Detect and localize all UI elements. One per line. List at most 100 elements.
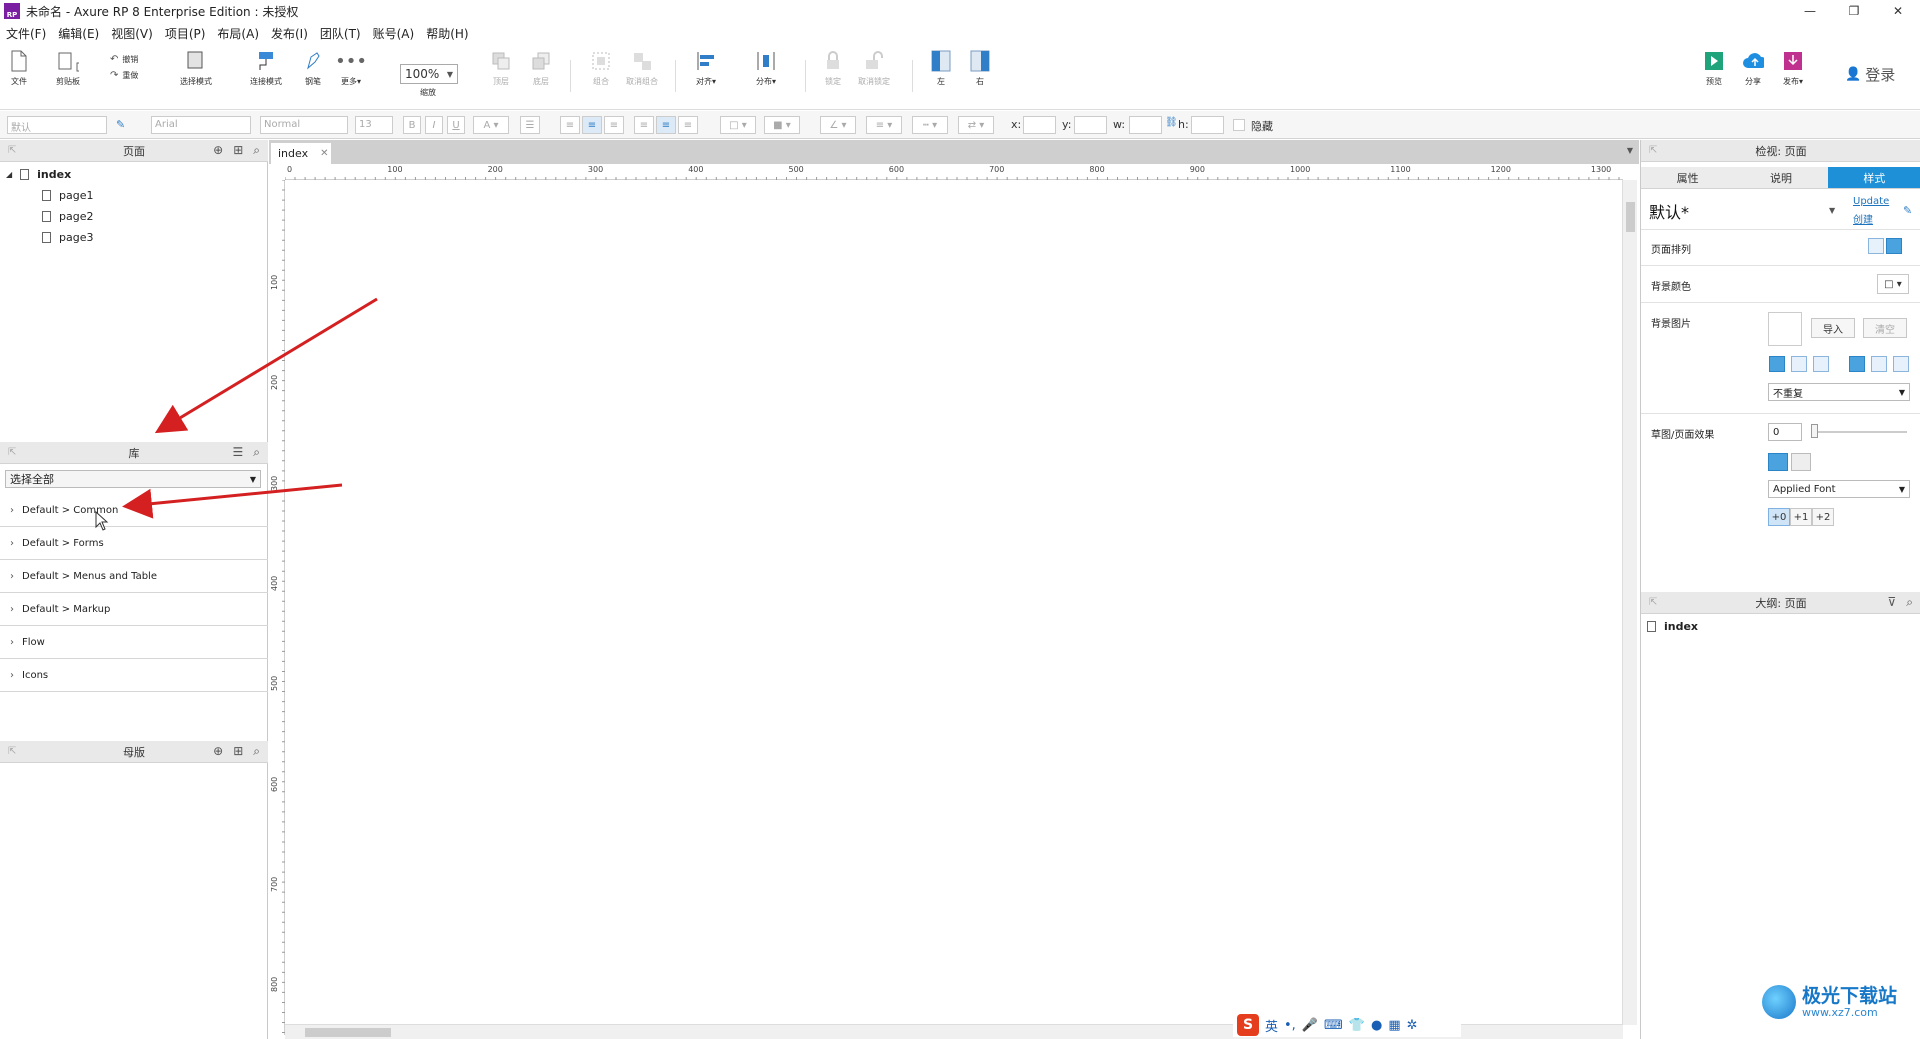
chevron-down-icon[interactable]: ▼: [1627, 146, 1633, 155]
microphone-icon[interactable]: 🎤: [1302, 1018, 1318, 1033]
scroll-thumb[interactable]: [305, 1028, 391, 1037]
distribute-button[interactable]: 分布▾: [755, 50, 777, 87]
align-button[interactable]: 对齐▾: [695, 50, 717, 87]
publish-button[interactable]: 发布▾: [1782, 50, 1804, 87]
collapse-icon[interactable]: ⇱: [8, 447, 16, 458]
collapse-icon[interactable]: ⇱: [8, 746, 16, 757]
menu-view[interactable]: 视图(V): [105, 25, 159, 42]
menu-file[interactable]: 文件(F): [0, 25, 52, 42]
library-item[interactable]: › Default > Menus and Table: [0, 560, 268, 593]
chevron-down-icon[interactable]: ▼: [1829, 206, 1835, 215]
lock-ratio-icon[interactable]: ⛓: [1165, 117, 1178, 128]
fill-color-button[interactable]: □ ▾: [720, 116, 756, 134]
arrow-style-button[interactable]: ⇄ ▾: [958, 116, 994, 134]
import-button[interactable]: 导入: [1811, 318, 1855, 338]
collapse-icon[interactable]: ⇱: [1649, 597, 1657, 608]
add-page-icon[interactable]: ⊕: [213, 143, 223, 158]
bg-align-middle-button[interactable]: [1871, 356, 1887, 372]
bg-color-picker[interactable]: □ ▾: [1877, 274, 1909, 294]
search-icon[interactable]: ⌕: [253, 445, 260, 460]
library-item[interactable]: › Flow: [0, 626, 268, 659]
preview-button[interactable]: 预览: [1703, 50, 1725, 87]
align-page-center-button[interactable]: [1886, 238, 1902, 254]
align-right-text-button[interactable]: ≡: [604, 116, 624, 134]
bg-align-left-button[interactable]: [1769, 356, 1785, 372]
keyboard-icon[interactable]: ⌨: [1324, 1018, 1343, 1033]
collapse-icon[interactable]: ⇱: [1649, 145, 1657, 156]
clipboard-button[interactable]: 剪贴板: [56, 50, 80, 87]
menu-project[interactable]: 项目(P): [159, 25, 212, 42]
sketch-slider-track[interactable]: [1811, 431, 1907, 433]
valign-bottom-button[interactable]: ≡: [678, 116, 698, 134]
restore-button[interactable]: ❐: [1832, 0, 1876, 22]
design-canvas[interactable]: [286, 181, 1622, 1024]
send-bottom-button[interactable]: 底层: [530, 50, 552, 87]
x-input[interactable]: [1023, 116, 1056, 134]
w-input[interactable]: [1129, 116, 1162, 134]
close-icon[interactable]: ✕: [320, 148, 328, 159]
font-family-select[interactable]: Arial: [151, 116, 251, 134]
search-icon[interactable]: ⌕: [253, 744, 260, 759]
bold-button[interactable]: B: [403, 116, 421, 134]
group-button[interactable]: 组合: [590, 50, 612, 87]
menu-account[interactable]: 账号(A): [367, 25, 421, 42]
page-tree-item[interactable]: page1: [42, 189, 93, 202]
pen-button[interactable]: 钢笔: [302, 50, 324, 87]
file-button[interactable]: 文件: [8, 50, 30, 87]
add-folder-icon[interactable]: ⊞: [233, 744, 243, 759]
tab-properties[interactable]: 属性: [1641, 167, 1734, 188]
sogou-logo-icon[interactable]: S: [1237, 1014, 1259, 1036]
bg-image-preview[interactable]: [1768, 312, 1802, 346]
italic-button[interactable]: I: [425, 116, 443, 134]
ime-language[interactable]: 英: [1265, 1016, 1278, 1035]
bg-align-right-button[interactable]: [1813, 356, 1829, 372]
library-item[interactable]: › Default > Markup: [0, 593, 268, 626]
line-style-button[interactable]: ┅ ▾: [912, 116, 948, 134]
grid-icon[interactable]: ▦: [1388, 1018, 1400, 1033]
font-size-select[interactable]: 13: [355, 116, 393, 134]
library-select[interactable]: 选择全部 ▼: [5, 470, 261, 488]
library-item[interactable]: › Default > Common: [0, 494, 268, 527]
add-master-icon[interactable]: ⊕: [213, 744, 223, 759]
left-pane-button[interactable]: 左: [930, 50, 952, 87]
bg-align-center-button[interactable]: [1791, 356, 1807, 372]
menu-publish[interactable]: 发布(I): [265, 25, 314, 42]
library-item[interactable]: › Default > Forms: [0, 527, 268, 560]
minimize-button[interactable]: —: [1788, 0, 1832, 22]
clear-button[interactable]: 清空: [1863, 318, 1907, 338]
library-item[interactable]: › Icons: [0, 659, 268, 692]
underline-button[interactable]: U: [447, 116, 465, 134]
tab-notes[interactable]: 说明: [1734, 167, 1827, 188]
y-input[interactable]: [1074, 116, 1107, 134]
more-button[interactable]: ••• 更多▾: [335, 50, 367, 87]
expand-triangle-icon[interactable]: ◢: [6, 170, 12, 179]
page-tree-item[interactable]: page3: [42, 231, 93, 244]
bg-align-top-button[interactable]: [1849, 356, 1865, 372]
sketch-value-input[interactable]: 0: [1768, 423, 1802, 441]
add-folder-icon[interactable]: ⊞: [233, 143, 243, 158]
search-icon[interactable]: ⌕: [253, 143, 260, 158]
line-color-button[interactable]: ∠ ▾: [820, 116, 856, 134]
font-color-button[interactable]: A ▾: [473, 116, 509, 134]
menu-help[interactable]: 帮助(H): [420, 25, 474, 42]
vertical-scrollbar[interactable]: [1622, 180, 1637, 1025]
gamepad-icon[interactable]: ●: [1371, 1018, 1382, 1033]
connect-mode-button[interactable]: 连接模式: [250, 50, 282, 87]
h-input[interactable]: [1191, 116, 1224, 134]
sketch-slider-handle[interactable]: [1811, 424, 1818, 438]
settings-icon[interactable]: ✲: [1407, 1018, 1418, 1033]
scroll-thumb[interactable]: [1626, 202, 1635, 232]
grayscale-image-button[interactable]: [1791, 453, 1811, 471]
bullet-list-button[interactable]: ☰: [520, 116, 540, 134]
outline-root[interactable]: index: [1647, 620, 1698, 633]
collapse-icon[interactable]: ⇱: [8, 145, 16, 156]
ungroup-button[interactable]: 取消组合: [626, 50, 658, 87]
create-style-link[interactable]: 创建: [1853, 211, 1873, 226]
edit-style-icon[interactable]: ✎: [116, 118, 125, 131]
shirt-icon[interactable]: 👕: [1349, 1018, 1365, 1033]
font-delta-2-button[interactable]: +2: [1812, 508, 1834, 526]
zoom-select[interactable]: 100% ▼: [400, 64, 458, 84]
update-style-link[interactable]: Update: [1853, 196, 1889, 207]
font-weight-select[interactable]: Normal: [260, 116, 348, 134]
bg-repeat-select[interactable]: 不重复 ▼: [1768, 383, 1910, 401]
